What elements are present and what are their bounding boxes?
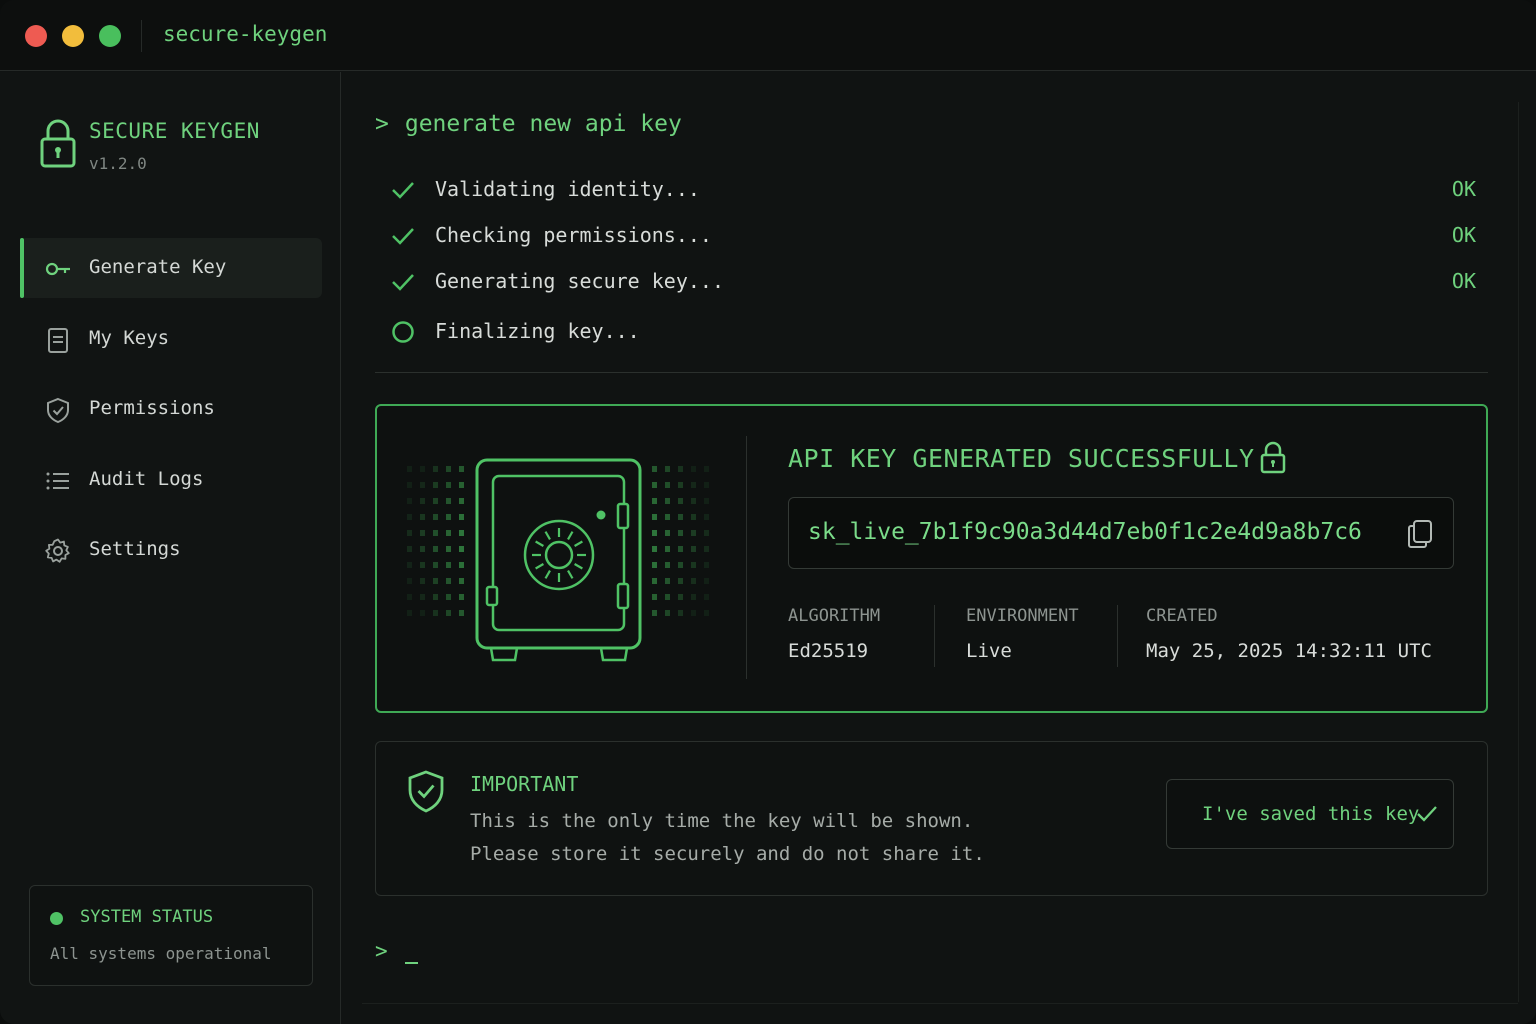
meta-divider [1117, 605, 1118, 667]
sidebar-item-audit-logs[interactable]: Audit Logs [20, 450, 322, 510]
sidebar-item-settings[interactable]: Settings [20, 520, 322, 580]
created-label: CREATED [1146, 606, 1218, 626]
sidebar-item-my-keys[interactable]: My Keys [20, 309, 322, 369]
environment-label: ENVIRONMENT [966, 606, 1079, 626]
command-line: > generate new api key [375, 111, 682, 137]
check-icon [392, 274, 414, 291]
panel-border [1518, 102, 1519, 1002]
panel-border [362, 1003, 1518, 1004]
status-indicator-icon [50, 912, 63, 925]
environment-meta: ENVIRONMENT Live [966, 606, 1079, 662]
algorithm-meta: ALGORITHM Ed25519 [788, 606, 880, 662]
step-label: Checking permissions... [435, 223, 712, 247]
sidebar-item-label: Settings [89, 538, 181, 560]
minimize-window-button[interactable] [62, 25, 84, 47]
input-prompt-symbol: > [375, 939, 388, 963]
sidebar-item-label: Generate Key [89, 256, 227, 278]
gear-icon [45, 538, 70, 563]
copy-icon[interactable] [1405, 518, 1435, 550]
sidebar-item-permissions[interactable]: Permissions [20, 379, 322, 439]
check-icon [392, 182, 414, 199]
progress-step: Validating identity... OK [390, 174, 1490, 204]
system-status-text: All systems operational [50, 944, 272, 963]
step-label: Validating identity... [435, 177, 700, 201]
api-key-field[interactable]: sk_live_7b1f9c90a3d44d7eb0f1c2e4d9a8b7c6 [788, 497, 1454, 569]
check-icon [1417, 806, 1437, 822]
progress-step: Generating secure key... OK [390, 266, 1490, 296]
sidebar-item-label: Audit Logs [89, 468, 204, 490]
sidebar-item-label: Permissions [89, 397, 215, 419]
sidebar-item-label: My Keys [89, 327, 170, 349]
title-bar: secure-keygen [0, 0, 1536, 71]
command-text: generate new api key [404, 111, 682, 137]
main-panel: > generate new api key Validating identit… [342, 72, 1536, 1024]
algorithm-label: ALGORITHM [788, 606, 881, 626]
card-divider [746, 436, 747, 679]
important-notice-card: IMPORTANT This is the only time the key … [375, 741, 1488, 896]
step-status: OK [1451, 269, 1476, 293]
important-message: Please store it securely and do not shar… [470, 843, 985, 865]
app-window: secure-keygen SECURE KEYGEN v1.2.0 Gener… [0, 0, 1536, 1024]
success-title: API KEY GENERATED SUCCESSFULLY [788, 444, 1255, 473]
sidebar-item-generate-key[interactable]: Generate Key [20, 238, 322, 298]
progress-step: Checking permissions... OK [390, 220, 1490, 250]
circle-icon [392, 321, 414, 343]
api-key-result-card: API KEY GENERATED SUCCESSFULLY sk_live_7… [375, 404, 1488, 713]
sidebar: SECURE KEYGEN v1.2.0 Generate Key My Key… [0, 72, 341, 1024]
maximize-window-button[interactable] [99, 25, 121, 47]
step-label: Finalizing key... [435, 319, 640, 343]
saved-key-button[interactable]: I've saved this key [1166, 779, 1454, 849]
check-icon [392, 228, 414, 245]
safe-illustration [397, 448, 727, 668]
terminal-cursor[interactable] [405, 962, 418, 964]
step-label: Generating secure key... [435, 269, 724, 293]
important-message: This is the only time the key will be sh… [470, 810, 974, 832]
brand-version: v1.2.0 [89, 154, 147, 173]
window-title: secure-keygen [163, 22, 328, 46]
list-icon [46, 472, 69, 490]
environment-value: Live [966, 640, 1012, 662]
meta-divider [934, 605, 935, 667]
created-meta: CREATED May 25, 2025 14:32:11 UTC [1146, 606, 1432, 662]
progress-step: Finalizing key... [390, 316, 1490, 346]
saved-key-button-label: I've saved this key [1202, 803, 1420, 825]
shield-check-icon [47, 397, 69, 424]
document-icon [48, 328, 68, 353]
system-status-title: SYSTEM STATUS [80, 907, 214, 927]
algorithm-value: Ed25519 [788, 640, 869, 662]
close-window-button[interactable] [25, 25, 47, 47]
key-icon [45, 262, 70, 276]
prompt-symbol: > [375, 111, 389, 137]
lock-icon [1260, 441, 1286, 474]
step-status: OK [1451, 177, 1476, 201]
section-divider [375, 372, 1488, 373]
system-status-panel: SYSTEM STATUS All systems operational [29, 885, 313, 986]
api-key-value[interactable]: sk_live_7b1f9c90a3d44d7eb0f1c2e4d9a8b7c6 [808, 519, 1362, 545]
safe-icon [407, 458, 709, 662]
created-value: May 25, 2025 14:32:11 UTC [1146, 640, 1432, 662]
step-status: OK [1451, 223, 1476, 247]
important-title: IMPORTANT [470, 772, 579, 796]
brand-title: SECURE KEYGEN [89, 119, 260, 143]
shield-check-icon [408, 770, 444, 813]
lock-icon [40, 119, 76, 168]
title-divider [141, 20, 142, 52]
